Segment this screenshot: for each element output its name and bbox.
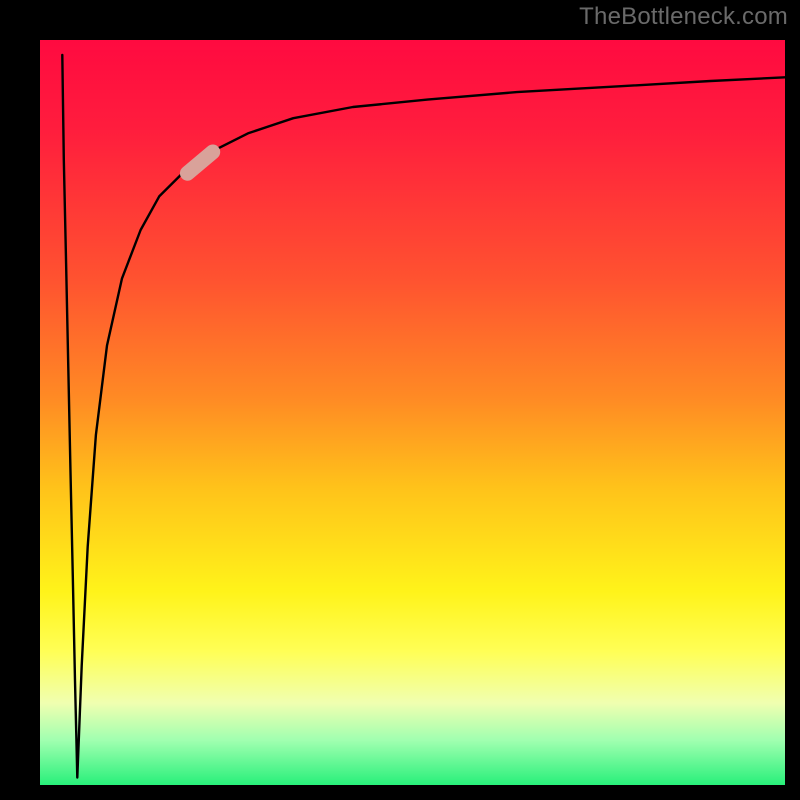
curve-plot [40, 40, 785, 785]
plot-area [40, 40, 785, 785]
watermark-text: TheBottleneck.com [579, 3, 788, 31]
chart-frame: TheBottleneck.com [0, 0, 800, 800]
chart-curve [62, 55, 785, 778]
